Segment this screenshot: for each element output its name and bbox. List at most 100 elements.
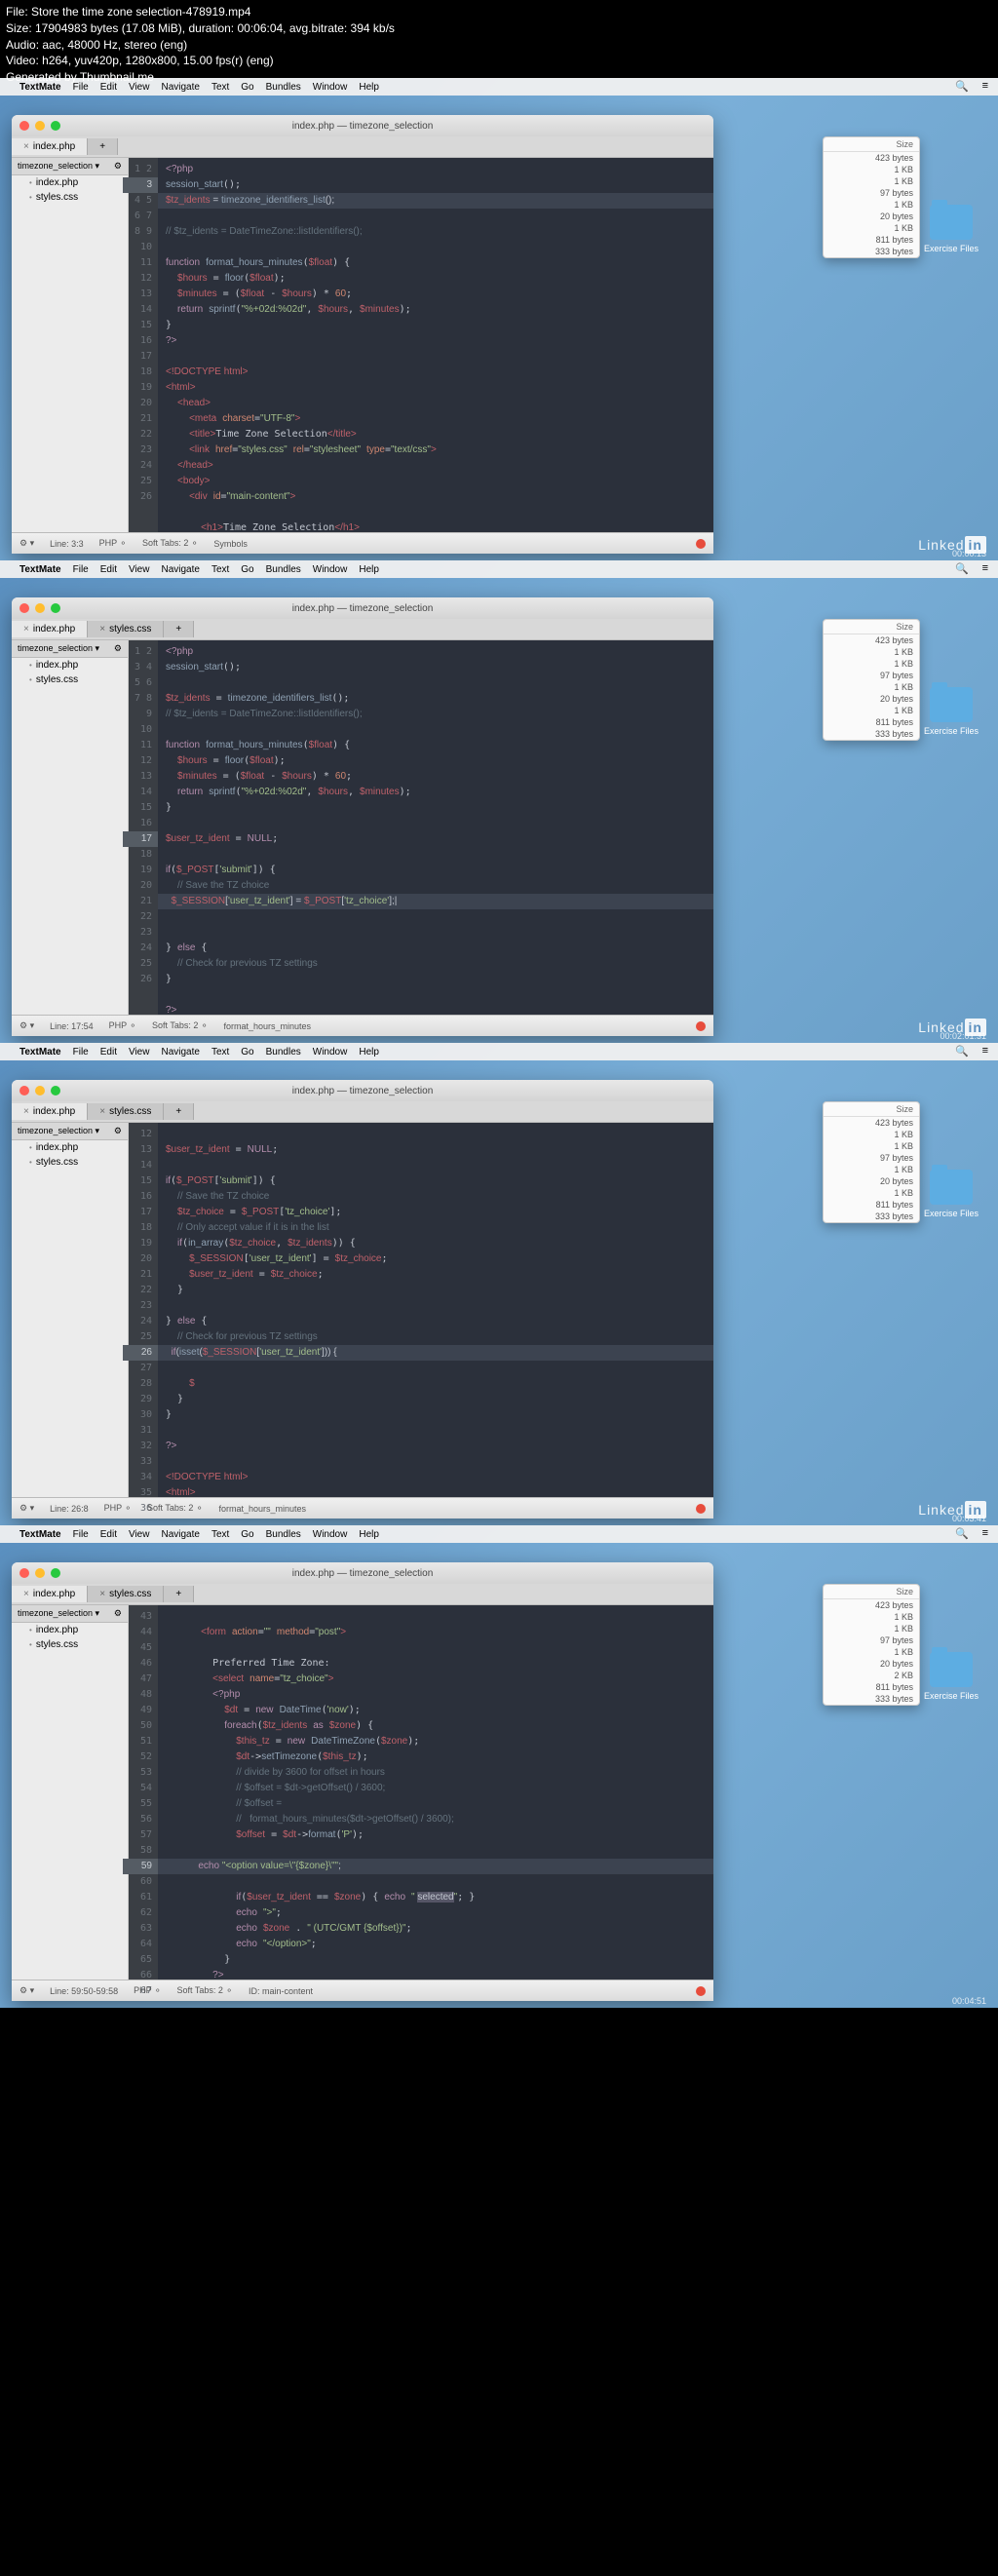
finder-row[interactable]: 811 bytes bbox=[824, 1199, 919, 1211]
project-header[interactable]: timezone_selection ▾ ⚙ bbox=[12, 640, 128, 658]
finder-row[interactable]: 1 KB bbox=[824, 1623, 919, 1634]
menu-item[interactable]: File bbox=[73, 1529, 89, 1540]
status-symbol[interactable]: format_hours_minutes bbox=[218, 1504, 306, 1514]
status-tabs[interactable]: Soft Tabs: 2 ⚬ bbox=[152, 1020, 208, 1031]
status-tabs[interactable]: Soft Tabs: 2 ⚬ bbox=[147, 1503, 203, 1514]
finder-row[interactable]: 1 KB bbox=[824, 658, 919, 670]
status-tabs[interactable]: Soft Tabs: 2 ⚬ bbox=[177, 1985, 233, 1996]
finder-row[interactable]: 333 bytes bbox=[824, 1693, 919, 1705]
minimize-button[interactable] bbox=[35, 121, 45, 131]
finder-row[interactable]: 20 bytes bbox=[824, 1658, 919, 1670]
close-icon[interactable]: × bbox=[23, 141, 29, 152]
finder-row[interactable]: 423 bytes bbox=[824, 634, 919, 646]
status-line[interactable]: Line: 3:3 bbox=[50, 539, 84, 549]
status-line[interactable]: Line: 59:50-59:58 bbox=[50, 1986, 118, 1996]
desktop-folder[interactable]: Exercise Files bbox=[924, 687, 979, 736]
finder-row[interactable]: 423 bytes bbox=[824, 152, 919, 164]
file-item[interactable]: styles.css bbox=[12, 190, 128, 205]
finder-row[interactable]: 811 bytes bbox=[824, 1681, 919, 1693]
finder-row[interactable]: 97 bytes bbox=[824, 1152, 919, 1164]
finder-row[interactable]: 811 bytes bbox=[824, 716, 919, 728]
search-icon[interactable]: 🔍 bbox=[955, 80, 969, 93]
code-editor[interactable]: <?php session_start(); $tz_idents = time… bbox=[158, 158, 713, 532]
finder-row[interactable]: 811 bytes bbox=[824, 234, 919, 246]
menu-item[interactable]: File bbox=[73, 1047, 89, 1057]
menu-item[interactable]: File bbox=[73, 564, 89, 575]
file-item[interactable]: index.php bbox=[12, 175, 128, 190]
zoom-button[interactable] bbox=[51, 1568, 60, 1578]
file-tab[interactable]: ×styles.css bbox=[88, 1103, 164, 1120]
menu-item[interactable]: Help bbox=[359, 1529, 379, 1540]
menu-item[interactable]: Text bbox=[211, 564, 229, 575]
finder-row[interactable]: 423 bytes bbox=[824, 1117, 919, 1129]
status-lang[interactable]: PHP ⚬ bbox=[99, 538, 127, 549]
zoom-button[interactable] bbox=[51, 121, 60, 131]
app-name[interactable]: TextMate bbox=[19, 1529, 61, 1540]
code-editor[interactable]: <?php session_start(); $tz_idents = time… bbox=[158, 640, 713, 1015]
menu-item[interactable]: View bbox=[129, 564, 150, 575]
finder-row[interactable]: 1 KB bbox=[824, 1187, 919, 1199]
finder-row[interactable]: 333 bytes bbox=[824, 1211, 919, 1222]
menu-item[interactable]: Text bbox=[211, 1047, 229, 1057]
zoom-button[interactable] bbox=[51, 1086, 60, 1096]
finder-row[interactable]: 1 KB bbox=[824, 164, 919, 175]
close-icon[interactable]: × bbox=[23, 624, 29, 634]
size-column-header[interactable]: Size bbox=[896, 1587, 913, 1596]
menu-item[interactable]: Edit bbox=[100, 1529, 117, 1540]
menu-icon[interactable]: ≡ bbox=[982, 1527, 988, 1539]
new-tab-button[interactable]: + bbox=[88, 138, 118, 155]
finder-row[interactable]: 20 bytes bbox=[824, 693, 919, 705]
gear-icon[interactable]: ⚙ ▾ bbox=[19, 538, 34, 549]
search-icon[interactable]: 🔍 bbox=[955, 1045, 969, 1057]
finder-row[interactable]: 1 KB bbox=[824, 1646, 919, 1658]
file-tab[interactable]: ×index.php bbox=[12, 1103, 88, 1120]
status-symbol[interactable]: ID: main-content bbox=[249, 1986, 313, 1996]
gear-icon[interactable]: ⚙ bbox=[114, 161, 122, 172]
gear-icon[interactable]: ⚙ bbox=[114, 1608, 122, 1619]
gear-icon[interactable]: ⚙ ▾ bbox=[19, 1503, 34, 1514]
file-tab[interactable]: ×index.php bbox=[12, 138, 88, 155]
menu-item[interactable]: Window bbox=[313, 1529, 348, 1540]
finder-row[interactable]: 1 KB bbox=[824, 199, 919, 211]
close-button[interactable] bbox=[19, 121, 29, 131]
finder-row[interactable]: 20 bytes bbox=[824, 1175, 919, 1187]
new-tab-button[interactable]: + bbox=[164, 621, 194, 637]
menu-item[interactable]: Edit bbox=[100, 564, 117, 575]
finder-row[interactable]: 97 bytes bbox=[824, 187, 919, 199]
minimize-button[interactable] bbox=[35, 1568, 45, 1578]
menu-icon[interactable]: ≡ bbox=[982, 1045, 988, 1057]
close-button[interactable] bbox=[19, 603, 29, 613]
status-line[interactable]: Line: 26:8 bbox=[50, 1504, 89, 1514]
file-item[interactable]: styles.css bbox=[12, 673, 128, 687]
finder-row[interactable]: 2 KB bbox=[824, 1670, 919, 1681]
file-item[interactable]: index.php bbox=[12, 658, 128, 673]
finder-row[interactable]: 423 bytes bbox=[824, 1599, 919, 1611]
menu-icon[interactable]: ≡ bbox=[982, 80, 988, 92]
finder-row[interactable]: 1 KB bbox=[824, 1129, 919, 1140]
search-icon[interactable]: 🔍 bbox=[955, 1527, 969, 1540]
finder-row[interactable]: 97 bytes bbox=[824, 670, 919, 681]
status-tabs[interactable]: Soft Tabs: 2 ⚬ bbox=[142, 538, 198, 549]
menu-item[interactable]: Go bbox=[241, 1529, 253, 1540]
finder-row[interactable]: 333 bytes bbox=[824, 246, 919, 257]
close-icon[interactable]: × bbox=[99, 624, 105, 634]
file-item[interactable]: styles.css bbox=[12, 1155, 128, 1170]
size-column-header[interactable]: Size bbox=[896, 622, 913, 632]
project-header[interactable]: timezone_selection ▾ ⚙ bbox=[12, 1605, 128, 1623]
menu-item[interactable]: Go bbox=[241, 1047, 253, 1057]
minimize-button[interactable] bbox=[35, 603, 45, 613]
file-tab[interactable]: ×index.php bbox=[12, 1586, 88, 1602]
menu-item[interactable]: Window bbox=[313, 1047, 348, 1057]
menu-item[interactable]: Bundles bbox=[266, 564, 301, 575]
menu-item[interactable]: Help bbox=[359, 1047, 379, 1057]
code-editor[interactable]: $user_tz_ident = NULL; if($_POST['submit… bbox=[158, 1123, 713, 1497]
finder-row[interactable]: 1 KB bbox=[824, 1611, 919, 1623]
status-lang[interactable]: PHP ⚬ bbox=[134, 1985, 161, 1996]
new-tab-button[interactable]: + bbox=[164, 1103, 194, 1120]
size-column-header[interactable]: Size bbox=[896, 1104, 913, 1114]
close-icon[interactable]: × bbox=[23, 1589, 29, 1599]
finder-row[interactable]: 333 bytes bbox=[824, 728, 919, 740]
minimize-button[interactable] bbox=[35, 1086, 45, 1096]
file-item[interactable]: styles.css bbox=[12, 1637, 128, 1652]
desktop-folder[interactable]: Exercise Files bbox=[924, 1652, 979, 1701]
